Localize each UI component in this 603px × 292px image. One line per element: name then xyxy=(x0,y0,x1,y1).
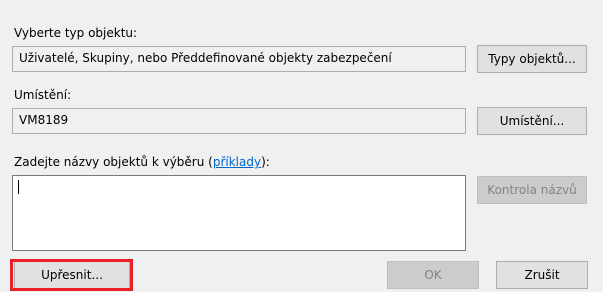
object-types-button[interactable]: Typy objektů... xyxy=(477,45,587,73)
ok-button[interactable]: OK xyxy=(387,261,479,289)
object-type-field: Uživatelé, Skupiny, nebo Předdefinované … xyxy=(12,46,466,72)
names-label-prefix: Zadejte názvy objektů k výběru ( xyxy=(14,155,213,169)
names-label: Zadejte názvy objektů k výběru (příklady… xyxy=(14,155,270,169)
check-names-button[interactable]: Kontrola názvů xyxy=(477,176,587,204)
names-label-suffix: ): xyxy=(261,155,270,169)
text-caret xyxy=(18,180,19,194)
locations-button[interactable]: Umístění... xyxy=(477,107,587,135)
location-field: VM8189 xyxy=(12,108,466,134)
object-names-input[interactable] xyxy=(12,175,466,251)
examples-link[interactable]: příklady xyxy=(213,155,261,169)
advanced-button[interactable]: Upřesnit... xyxy=(14,261,130,289)
object-type-label: Vyberte typ objektu: xyxy=(14,26,138,40)
location-label: Umístění: xyxy=(14,88,72,102)
cancel-button[interactable]: Zrušit xyxy=(496,261,588,289)
